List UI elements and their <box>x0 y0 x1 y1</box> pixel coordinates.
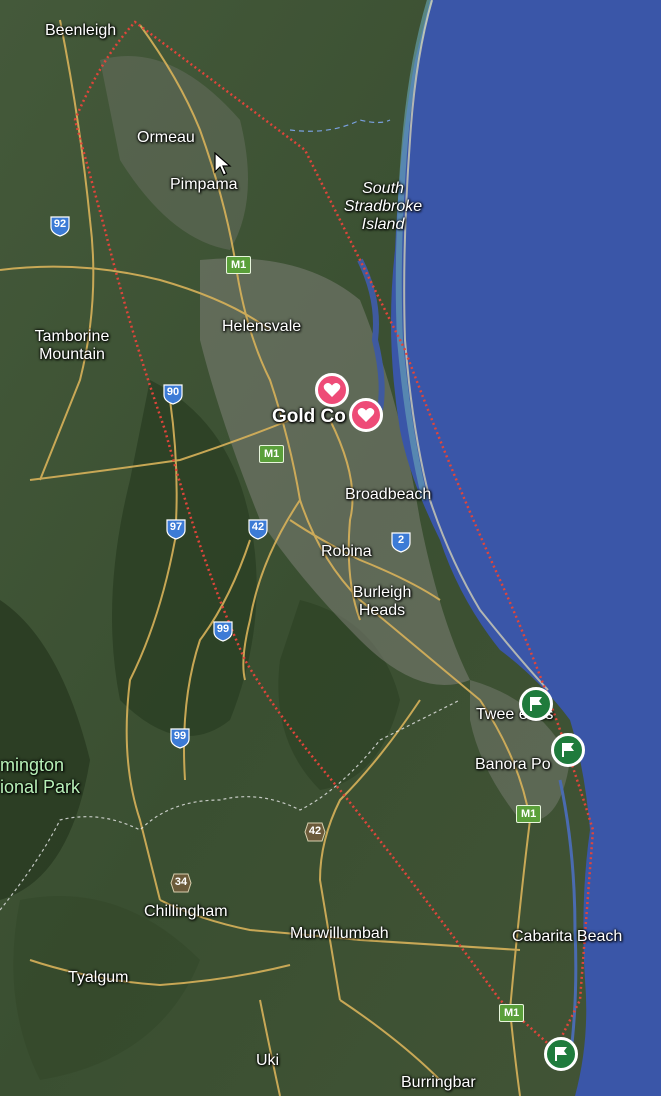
route-shield-90: 90 <box>162 383 184 405</box>
favorite-pin[interactable] <box>315 373 349 407</box>
motorway-shield-m1: M1 <box>259 445 285 463</box>
heart-icon <box>357 408 375 422</box>
place-label-cabarita-beach[interactable]: Cabarita Beach <box>512 928 622 946</box>
place-label-robina[interactable]: Robina <box>321 543 372 561</box>
place-label-broadbeach[interactable]: Broadbeach <box>345 486 431 504</box>
place-label-lamington[interactable]: mington <box>0 756 64 774</box>
route-shield-92: 92 <box>49 215 71 237</box>
heart-icon <box>323 383 341 397</box>
motorway-shield-m1: M1 <box>226 256 252 274</box>
place-label-tyalgum[interactable]: Tyalgum <box>68 969 128 987</box>
place-label-national-park[interactable]: ional Park <box>0 778 80 796</box>
place-label-burringbar[interactable]: Burringbar <box>401 1074 476 1092</box>
motorway-shield-m1: M1 <box>516 805 542 823</box>
place-label-tamborine-mountain[interactable]: Tamborine Mountain <box>22 328 122 364</box>
place-label-murwillumbah[interactable]: Murwillumbah <box>290 925 389 943</box>
flag-icon <box>530 697 542 711</box>
place-label-uki[interactable]: Uki <box>256 1052 279 1070</box>
route-shield-2: 2 <box>390 531 412 553</box>
flag-pin[interactable] <box>519 687 553 721</box>
route-shield-42-brown: 42 <box>304 822 326 842</box>
place-label-helensvale[interactable]: Helensvale <box>222 318 301 336</box>
flag-icon <box>562 743 574 757</box>
motorway-shield-m1: M1 <box>499 1004 525 1022</box>
place-label-banora-point[interactable]: Banora Po <box>475 756 551 774</box>
mouse-pointer-icon <box>214 152 232 176</box>
route-shield-99: 99 <box>212 620 234 642</box>
place-label-chillingham[interactable]: Chillingham <box>144 903 228 921</box>
route-shield-97: 97 <box>165 518 187 540</box>
route-shield-34-brown: 34 <box>170 873 192 893</box>
route-shield-99: 99 <box>169 727 191 749</box>
place-label-beenleigh[interactable]: Beenleigh <box>45 22 116 40</box>
place-label-south-stradbroke-island[interactable]: South Stradbroke Island <box>336 180 430 234</box>
place-label-burleigh-heads[interactable]: Burleigh Heads <box>341 584 423 620</box>
place-label-gold-coast[interactable]: Gold Co <box>272 407 346 426</box>
favorite-pin[interactable] <box>349 398 383 432</box>
route-shield-42: 42 <box>247 518 269 540</box>
flag-pin[interactable] <box>544 1037 578 1071</box>
map-view[interactable]: Beenleigh Ormeau Pimpama South Stradbrok… <box>0 0 661 1096</box>
place-label-ormeau[interactable]: Ormeau <box>137 129 195 147</box>
place-label-pimpama[interactable]: Pimpama <box>170 176 238 194</box>
flag-icon <box>555 1047 567 1061</box>
flag-pin[interactable] <box>551 733 585 767</box>
